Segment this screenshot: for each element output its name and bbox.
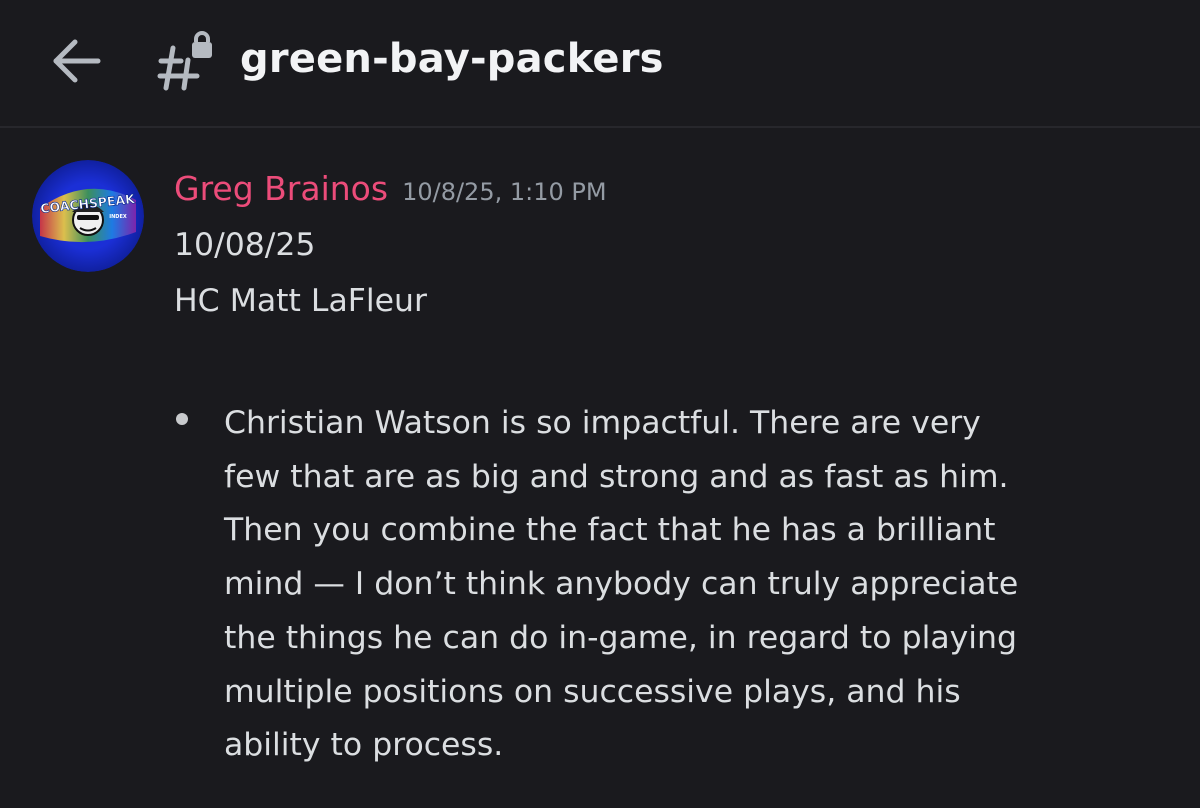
bullet-line: ability to process. bbox=[224, 727, 504, 764]
arrow-left-icon[interactable] bbox=[46, 30, 108, 92]
avatar-logo-subtext: INDEX bbox=[109, 214, 127, 220]
bullet-line: Christian Watson is so impactful. There … bbox=[224, 405, 981, 441]
avatar-logo-text: COACHSPEAK bbox=[40, 191, 137, 216]
bullet-line: Then you combine the fact that he has a … bbox=[224, 512, 996, 549]
message-line-date: 10/08/25 bbox=[174, 227, 316, 263]
timestamp: 10/8/25, 1:10 PM bbox=[402, 178, 607, 206]
message-line-coach: HC Matt LaFleur bbox=[174, 283, 427, 319]
channel-header: green-bay-packers bbox=[0, 0, 1200, 128]
bullet-line: multiple positions on successive plays, … bbox=[224, 673, 961, 710]
channel-name: green-bay-packers bbox=[240, 36, 664, 82]
author-name[interactable]: Greg Brainos bbox=[174, 169, 388, 208]
bullet-line: few that are as big and strong and as fa… bbox=[224, 458, 1009, 495]
bullet-line: the things he can do in-game, in regard … bbox=[224, 619, 1017, 656]
bullet-line: mind — I don’t think anybody can truly a… bbox=[224, 566, 1019, 603]
locked-hashtag-icon bbox=[157, 30, 217, 92]
message-header: Greg Brainos 10/8/25, 1:10 PM bbox=[174, 166, 607, 218]
bullet-icon bbox=[176, 413, 188, 425]
avatar[interactable]: COACHSPEAK INDEX bbox=[32, 160, 144, 272]
bullet-item: Christian Watson is so impactful. There … bbox=[224, 397, 1184, 773]
message: COACHSPEAK INDEX Greg Brainos 10/8/25, 1:… bbox=[0, 130, 1200, 808]
